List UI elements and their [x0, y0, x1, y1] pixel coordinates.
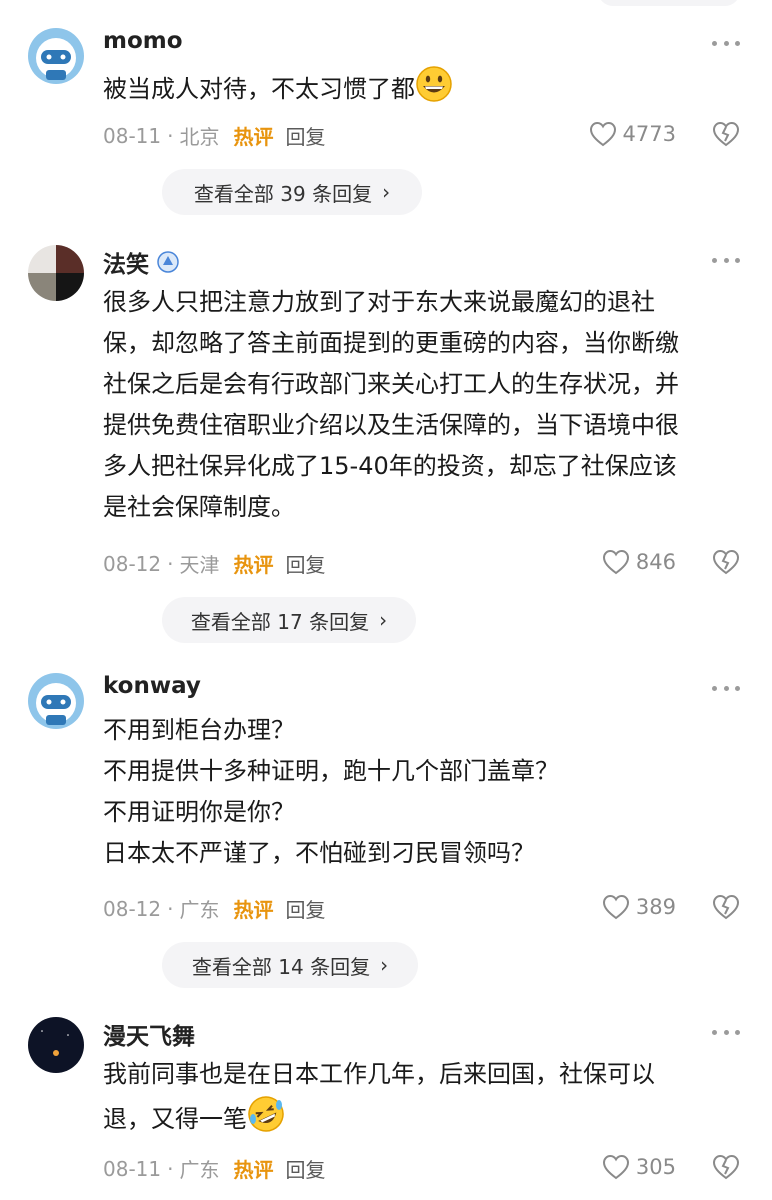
view-all-replies-button[interactable]: 查看全部 17 条回复 ›: [162, 597, 416, 643]
separator: ·: [167, 123, 174, 148]
heart-icon: [602, 1154, 629, 1180]
comment-author[interactable]: 漫天飞舞: [103, 1017, 195, 1051]
more-options-icon[interactable]: [712, 1027, 740, 1037]
like-count: 846: [635, 550, 676, 574]
abstract-avatar-icon: [28, 245, 84, 301]
separator: ·: [167, 896, 174, 921]
hot-comment-badge: 热评: [233, 1158, 274, 1182]
hot-comment-badge: 热评: [233, 125, 274, 149]
rolling-laughing-emoji: [248, 1096, 284, 1132]
comment-location: 广东: [179, 1158, 220, 1182]
separator: ·: [167, 1156, 174, 1181]
comment-location: 广东: [179, 898, 220, 922]
chevron-right-icon: ›: [379, 608, 388, 632]
comment-meta: 08-12 · 天津 热评 回复: [103, 549, 325, 578]
avatar[interactable]: [28, 28, 84, 84]
more-options-icon[interactable]: [712, 255, 740, 265]
previous-view-all-pill[interactable]: [598, 0, 740, 6]
verified-badge-icon: [157, 251, 179, 273]
avatar[interactable]: [28, 673, 84, 729]
reply-button[interactable]: 回复: [285, 549, 325, 578]
astronaut-avatar-icon: [28, 28, 84, 84]
comment-text: 不用到柜台办理？ 不用提供十多种证明，跑十几个部门盖章？ 不用证明你是你？ 日本…: [103, 716, 559, 867]
hot-comment-badge: 热评: [233, 553, 274, 577]
comment-date: 08-12: [103, 896, 162, 921]
broken-heart-icon: [712, 894, 740, 920]
dislike-button[interactable]: [712, 549, 740, 579]
comment-date: 08-11: [103, 1156, 162, 1181]
like-button[interactable]: 846: [602, 549, 676, 575]
author-name[interactable]: konway: [103, 673, 201, 699]
dislike-button[interactable]: [712, 1154, 740, 1184]
broken-heart-icon: [712, 121, 740, 147]
broken-heart-icon: [712, 549, 740, 575]
author-name[interactable]: 法笑: [103, 245, 149, 279]
more-options-icon[interactable]: [712, 683, 740, 693]
comment-author[interactable]: konway: [103, 673, 201, 699]
comment-text: 被当成人对待，不太习惯了都: [103, 65, 743, 110]
heart-icon: [602, 549, 629, 575]
comment-meta: 08-12 · 广东 热评 回复: [103, 894, 325, 923]
comment-meta: 08-11 · 广东 热评 回复: [103, 1154, 325, 1183]
comment-date: 08-11: [103, 123, 162, 148]
comment-text: 很多人只把注意力放到了对于东大来说最魔幻的退社 保，却忽略了答主前面提到的更重磅…: [103, 288, 679, 521]
more-options-icon[interactable]: [712, 38, 740, 48]
author-name[interactable]: momo: [103, 28, 183, 54]
comment-author[interactable]: momo: [103, 28, 183, 54]
reply-button[interactable]: 回复: [285, 1154, 325, 1183]
comment-location: 天津: [179, 553, 220, 577]
like-count: 305: [635, 1155, 676, 1179]
separator: ·: [167, 551, 174, 576]
hot-comment-badge: 热评: [233, 898, 274, 922]
comment-location: 北京: [179, 125, 220, 149]
heart-icon: [602, 894, 629, 920]
view-all-replies-button[interactable]: 查看全部 14 条回复 ›: [162, 942, 418, 988]
view-all-replies-button[interactable]: 查看全部 39 条回复 ›: [162, 169, 422, 215]
reply-button[interactable]: 回复: [285, 121, 325, 150]
comment-meta: 08-11 · 北京 热评 回复: [103, 121, 325, 150]
reply-button[interactable]: 回复: [285, 894, 325, 923]
chevron-right-icon: ›: [382, 180, 391, 204]
grinning-face-emoji: [416, 66, 452, 102]
avatar[interactable]: [28, 1017, 84, 1073]
like-count: 389: [635, 895, 676, 919]
chevron-right-icon: ›: [380, 953, 389, 977]
astronaut-avatar-icon: [28, 673, 84, 729]
comment-author[interactable]: 法笑: [103, 245, 179, 279]
comment-text: 我前同事也是在日本工作几年，后来回国，社保可以 退，又得一笔: [103, 1054, 743, 1140]
like-button[interactable]: 4773: [589, 121, 676, 147]
like-count: 4773: [622, 122, 676, 146]
dislike-button[interactable]: [712, 121, 740, 151]
comment-date: 08-12: [103, 551, 162, 576]
like-button[interactable]: 389: [602, 894, 676, 920]
night-sky-avatar-icon: [28, 1017, 84, 1073]
dislike-button[interactable]: [712, 894, 740, 924]
broken-heart-icon: [712, 1154, 740, 1180]
author-name[interactable]: 漫天飞舞: [103, 1017, 195, 1051]
avatar[interactable]: [28, 245, 84, 301]
like-button[interactable]: 305: [602, 1154, 676, 1180]
heart-icon: [589, 121, 616, 147]
